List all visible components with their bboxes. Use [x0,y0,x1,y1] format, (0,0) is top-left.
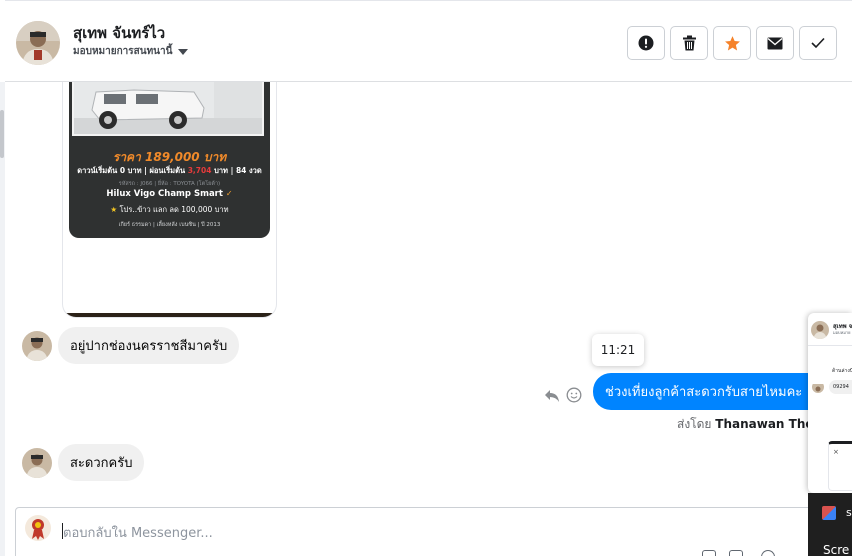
ad-footer: เกียร์ ธรรมดา | เลี้ยงหลัง เบนซิน | ปี 2… [118,222,221,228]
outgoing-message[interactable]: ช่วงเที่ยงลูกค้าสะดวกรับสายไหมคะ [593,373,808,410]
popup-bubble: 09294 [829,380,852,394]
popup-divider [808,345,852,346]
attach-icon[interactable] [702,550,716,556]
card-bottom-bar [63,313,276,317]
ad-promo-text: โปร..ข้าว แลก ลด 100,000 บาท [119,205,229,214]
caret-down-icon [178,48,189,55]
incoming-message[interactable]: อยู่ปากช่องนครราชสีมาครับ [58,327,240,364]
contact-avatar[interactable] [16,21,60,65]
overlay-chat-popup[interactable]: สุเทพ จ มอบหมาย ด้านล่างนี 09294 × [808,313,852,493]
assign-label: มอบหมายการสนทนานี้ [73,46,173,57]
react-emoji-icon[interactable] [566,387,582,403]
taskbar-label[interactable]: Scre [823,543,849,556]
reply-icon[interactable] [544,388,560,404]
car-ad-image[interactable]: ราคา 189,000 บาท ดาวน์เริ่มต้น 0 บาท | ผ… [69,82,270,238]
ad-model-name: Hilux Vigo Champ Smart [106,189,223,199]
taskbar-letter: s [846,506,852,519]
contact-name: สุเทพ จันทร์ไว [73,24,166,42]
sender-avatar[interactable] [22,331,52,361]
trash-icon [682,35,696,51]
page-avatar [25,515,51,541]
taskbar: s Scre [808,493,852,556]
checkmark-icon [811,37,825,49]
popup-avatar [811,321,829,339]
ad-model: Hilux Vigo Champ Smart ✓ [69,189,270,199]
image-icon[interactable] [729,550,743,556]
exclamation-icon [638,35,654,51]
popup-sender-avatar [812,381,824,393]
sent-by-prefix: ส่งโดย [677,417,712,431]
message-thread[interactable]: ราคา 189,000 บาท ดาวน์เริ่มต้น 0 บาท | ผ… [5,82,852,502]
mark-done-button[interactable] [799,26,837,60]
scrollbar-thumb[interactable] [0,110,4,158]
sent-by-name: Thanawan Thon [715,417,823,431]
screenshot-app-icon[interactable] [822,506,836,520]
incoming-message[interactable]: สะดวกครับ [58,444,145,481]
messenger-inbox: สุเทพ จันทร์ไว มอบหมายการสนทนานี้ ราคา 1… [0,0,852,556]
emoji-icon[interactable] [761,550,775,556]
report-spam-button[interactable] [627,26,665,60]
popup-card: × [828,441,852,491]
ad-down-amount: 3,704 [187,166,212,175]
mark-unread-button[interactable] [756,26,794,60]
assign-conversation-dropdown[interactable]: มอบหมายการสนทนานี้ [73,44,189,59]
reply-composer[interactable]: ตอบกลับใน Messenger... [15,507,815,556]
sender-avatar[interactable] [22,448,52,478]
ad-promo: ★ โปร..ข้าว แลก ลด 100,000 บาท [69,204,270,216]
ad-down-payment: ดาวน์เริ่มต้น 0 บาท | ผ่อนเริ่มต้น 3,704… [69,165,270,177]
ad-down-prefix: ดาวน์เริ่มต้น 0 บาท | ผ่อนเริ่มต้น [77,166,188,175]
reply-input[interactable]: ตอบกลับใน Messenger... [63,522,213,543]
conversation-header: สุเทพ จันทร์ไว มอบหมายการสนทนานี้ [5,0,852,82]
envelope-icon [767,37,783,49]
verified-check-icon: ✓ [225,189,233,198]
ad-down-suffix: บาท | 84 งวด [211,166,262,175]
promo-star-icon: ★ [110,205,118,214]
star-button[interactable] [713,26,751,60]
star-icon [724,35,740,50]
car-photo [72,82,264,136]
delete-button[interactable] [670,26,708,60]
popup-subtitle: มอบหมาย [833,330,851,335]
popup-text: ด้านล่างนี [832,368,852,374]
close-icon[interactable]: × [833,448,839,456]
time-tooltip: 11:21 [592,334,644,366]
sent-by-label: ส่งโดย Thanawan Thon [677,415,822,434]
image-attachment[interactable]: ราคา 189,000 บาท ดาวน์เริ่มต้น 0 บาท | ผ… [62,82,277,318]
ad-small-info: รหัสรถ : J066 | ยี่ห้อ : TOYOTA (โตโยต้า… [118,181,221,187]
